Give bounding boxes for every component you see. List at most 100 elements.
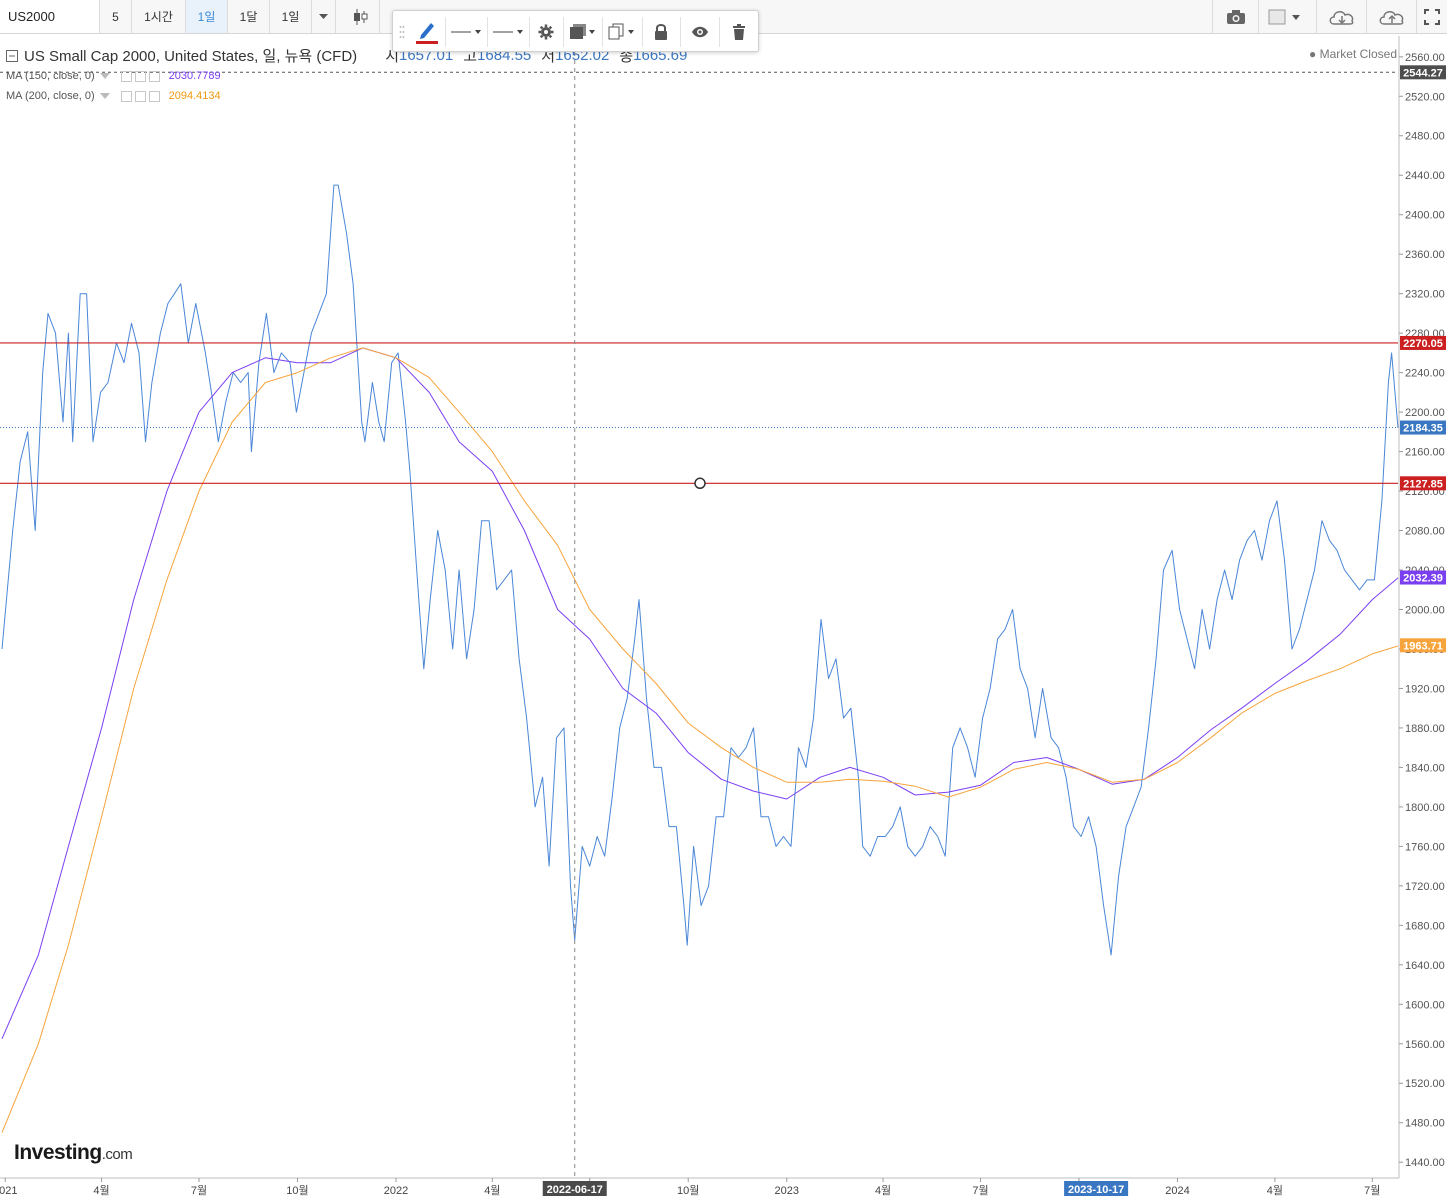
lock-icon (655, 24, 667, 40)
chevron-down-icon[interactable] (99, 92, 111, 100)
crosshair-date-badge: 2022-06-17 (547, 1184, 603, 1196)
eye-icon[interactable] (120, 70, 132, 82)
market-status-text: Market Closed (1319, 47, 1397, 61)
eye-icon[interactable] (120, 90, 132, 102)
layers-icon (570, 24, 595, 39)
drawing-toolbar (392, 10, 759, 52)
line-color-button[interactable] (411, 16, 443, 48)
y-tick-label: 2440.00 (1405, 170, 1445, 182)
line-style-button[interactable] (490, 16, 528, 48)
lock-button[interactable] (646, 16, 676, 48)
gear-icon (538, 24, 554, 40)
hide-button[interactable] (685, 16, 715, 48)
interval-1month[interactable]: 1달 (228, 0, 270, 33)
y-tick-label: 2400.00 (1405, 210, 1445, 222)
ma150-value: 2030.7789 (168, 70, 221, 82)
color-picker-button[interactable] (1258, 0, 1310, 33)
ma200-price-tag: 1963.71 (1403, 640, 1443, 652)
interval-5min[interactable]: 5 (100, 0, 132, 33)
lower-line-price-tag: 2127.85 (1403, 478, 1443, 490)
pencil-icon (416, 23, 438, 44)
candlestick-icon (353, 8, 367, 25)
fullscreen-icon (1424, 8, 1440, 25)
fullscreen-button[interactable] (1416, 0, 1447, 33)
x-tick-label: 7월 (191, 1184, 207, 1196)
y-tick-label: 2240.00 (1405, 368, 1445, 380)
gear-icon[interactable] (134, 70, 146, 82)
y-tick-label: 2480.00 (1405, 131, 1445, 143)
delete-button[interactable] (724, 16, 754, 48)
y-tick-label: 2560.00 (1405, 52, 1445, 64)
top-price-tag: 2544.27 (1403, 67, 1443, 79)
price-chart[interactable]: 1440.00 1480.00 1520.00 1560.00 1600.00 1640.… (0, 36, 1447, 1196)
drawing-anchor-handle (694, 477, 706, 490)
collapse-icon[interactable] (6, 49, 18, 62)
chevron-down-icon[interactable] (99, 72, 111, 80)
cloud-download-button[interactable] (1316, 0, 1366, 33)
interval-label: 1일 (197, 10, 216, 24)
y-tick-label: 1720.00 (1405, 881, 1445, 893)
interval-dropdown[interactable] (312, 0, 336, 33)
highlight-date-badge: 2023-10-17 (1068, 1184, 1124, 1196)
y-tick-label: 1760.00 (1405, 841, 1445, 853)
interval-label: 1달 (239, 10, 258, 24)
line-width-icon (451, 30, 481, 34)
y-tick-label: 2200.00 (1405, 407, 1445, 419)
drag-handle[interactable] (395, 16, 409, 48)
legend-ma200-row: MA (200, close, 0) 2094.4134 (6, 90, 221, 102)
x-tick-label: 10월 (286, 1184, 308, 1196)
y-tick-label: 2160.00 (1405, 447, 1445, 459)
y-tick-label: 1880.00 (1405, 723, 1445, 735)
interval-1hour[interactable]: 1시간 (132, 0, 186, 33)
x-tick-label: 4월 (875, 1184, 891, 1196)
y-tick-label: 2520.00 (1405, 91, 1445, 103)
ma200-label: MA (200, close, 0) (6, 90, 95, 102)
y-tick-label: 2080.00 (1405, 526, 1445, 538)
y-tick-label: 2000.00 (1405, 604, 1445, 616)
interval-1day[interactable]: 1일 (186, 0, 228, 33)
x-tick-label: 2022 (384, 1185, 408, 1196)
line-width-button[interactable] (448, 16, 486, 48)
interval-custom[interactable]: 1일 (270, 0, 312, 33)
screenshot-button[interactable] (1212, 0, 1258, 33)
y-tick-label: 1480.00 (1405, 1118, 1445, 1130)
x-tick-label: 7월 (1364, 1184, 1380, 1196)
symbol-input[interactable]: US2000 (0, 0, 100, 33)
eye-icon (692, 26, 708, 38)
interval-label: 5 (112, 9, 119, 24)
settings-button[interactable] (532, 16, 560, 48)
x-tick-label: 10월 (677, 1184, 699, 1196)
line-style-icon (493, 30, 523, 34)
y-tick-label: 1800.00 (1405, 802, 1445, 814)
y-tick-label: 1600.00 (1405, 999, 1445, 1011)
trash-icon (733, 24, 745, 40)
cloud-upload-button[interactable] (1366, 0, 1416, 33)
legend-title: US Small Cap 2000, United States, 일, 뉴욕 … (24, 48, 358, 65)
y-tick-label: 1640.00 (1405, 960, 1445, 972)
y-tick-label: 1560.00 (1405, 1039, 1445, 1051)
ma150-price-tag: 2032.39 (1403, 573, 1443, 585)
x-tick-label: 4월 (484, 1184, 500, 1196)
chart-background (0, 36, 1447, 1196)
y-tick-label: 2360.00 (1405, 249, 1445, 261)
clone-button[interactable] (605, 16, 639, 48)
y-tick-label: 1920.00 (1405, 683, 1445, 695)
visibility-layer-button[interactable] (566, 16, 600, 48)
y-tick-label: 1440.00 (1405, 1157, 1445, 1169)
square-color-icon (1268, 9, 1300, 24)
y-tick-label: 1840.00 (1405, 762, 1445, 774)
gear-icon[interactable] (134, 90, 146, 102)
x-tick-label: 4월 (1267, 1184, 1283, 1196)
x-tick-label: 7월 (972, 1184, 988, 1196)
x-tick-label: 2021 (0, 1185, 17, 1196)
close-icon[interactable] (148, 70, 160, 82)
candle-type-button[interactable] (340, 0, 380, 33)
interval-label: 1일 (281, 10, 300, 24)
close-icon[interactable] (148, 90, 160, 102)
cloud-upload-icon (1379, 10, 1403, 25)
ma200-value: 2094.4134 (168, 90, 221, 102)
logo-main: Investing (14, 1141, 102, 1164)
clone-icon (608, 23, 634, 40)
grid-layer (0, 36, 1447, 1196)
drag-handle-icon (399, 26, 405, 38)
